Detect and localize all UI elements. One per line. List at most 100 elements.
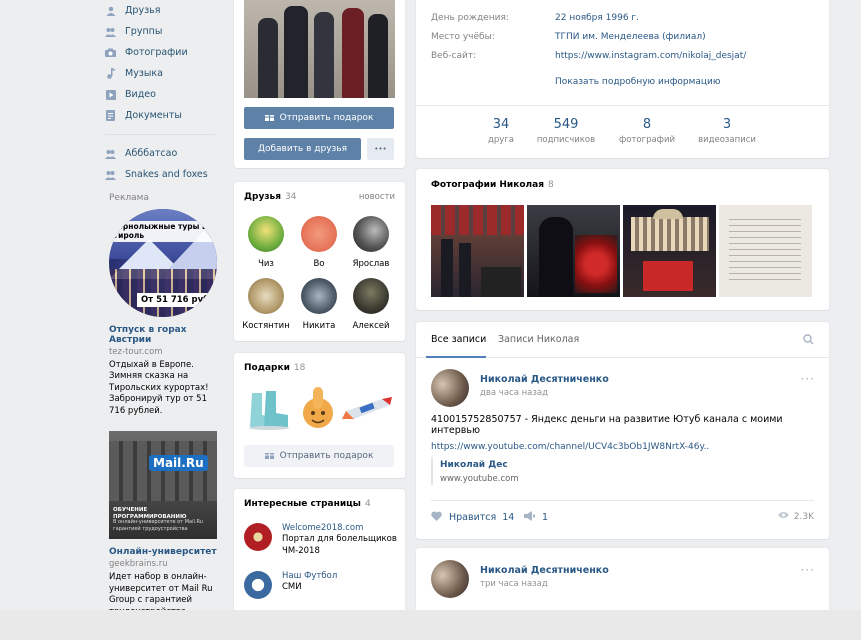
- wall-tabs: Все записи Записи Николая: [416, 322, 829, 358]
- send-gift-label: Отправить подарок: [279, 451, 374, 461]
- documents-icon: [105, 110, 116, 121]
- send-gift-label: Отправить подарок: [279, 113, 374, 123]
- info-label: Место учёбы:: [431, 32, 495, 42]
- friend-item[interactable]: Алексей: [346, 278, 396, 331]
- gift-thumbs-up-icon[interactable]: [300, 383, 336, 431]
- ad-block-tour[interactable]: Горнолыжные туры в Тироль От 51 716 руб!…: [109, 209, 217, 417]
- friend-item[interactable]: Никита: [294, 278, 344, 331]
- tab-all-posts[interactable]: Все записи: [431, 334, 486, 345]
- post-author-name[interactable]: Николай Десятниченко: [480, 565, 609, 576]
- wall-card: Все записи Записи Николая Николай Десятн…: [416, 322, 829, 539]
- friend-item[interactable]: Во: [294, 216, 344, 269]
- nav-item-video[interactable]: Видео: [105, 84, 220, 105]
- stat-videos[interactable]: 3 видеозаписи: [687, 117, 767, 145]
- ad-domain: geekbrains.ru: [109, 559, 168, 570]
- ad-image-logo: Mail.Ru: [149, 455, 208, 472]
- friend-name: Костянтин: [242, 321, 290, 331]
- post-more-icon[interactable]: ···: [801, 372, 815, 386]
- show-more-info-link[interactable]: Показать подробную информацию: [555, 77, 720, 87]
- ad-title[interactable]: Онлайн-университет: [109, 547, 217, 557]
- nav-item-music[interactable]: Музыка: [105, 63, 220, 84]
- friend-name: Никита: [302, 321, 336, 331]
- friends-card: Друзья 34 новости Чиз Во Ярослав Костянти…: [234, 182, 405, 341]
- nav-item-label: Видео: [125, 89, 156, 100]
- more-icon: •••: [374, 145, 387, 153]
- profile-more-button[interactable]: •••: [367, 138, 394, 160]
- friend-avatar: [353, 216, 389, 252]
- photo-thumbnail[interactable]: [623, 205, 716, 297]
- stat-number: 3: [722, 117, 732, 132]
- post-divider: [431, 500, 814, 501]
- friend-name: Чиз: [258, 259, 274, 269]
- ad-title[interactable]: Отпуск в горах Австрии: [109, 325, 217, 345]
- friend-name: Ярослав: [352, 259, 390, 269]
- views-counter: 2.3K: [777, 511, 814, 522]
- send-gift-button[interactable]: Отправить подарок: [244, 107, 394, 129]
- info-value[interactable]: 22 ноября 1996 г.: [555, 13, 639, 23]
- page-avatar: [244, 571, 272, 599]
- nav-item-groups[interactable]: Группы: [105, 21, 220, 42]
- page-item[interactable]: Наш Футбол СМИ: [244, 571, 399, 599]
- gifts-card: Подарки 18 Отправить подарок: [234, 353, 405, 478]
- friend-item[interactable]: Чиз: [241, 216, 291, 269]
- stat-followers[interactable]: 549 подписчиков: [526, 117, 606, 145]
- friends-news-link[interactable]: новости: [359, 192, 395, 202]
- info-value[interactable]: ТГПИ им. Менделеева (филиал): [555, 32, 706, 42]
- photos-title[interactable]: Фотографии Николая 8: [431, 180, 554, 190]
- nav-item-label: Группы: [125, 26, 163, 37]
- nav-item-friends[interactable]: Друзья: [105, 0, 220, 21]
- nav-item-group-abbbatsao[interactable]: Абббатсао: [105, 143, 220, 164]
- stat-number: 8: [642, 117, 652, 132]
- like-button[interactable]: Нравится 14: [431, 511, 514, 524]
- page-name: Welcome2018.com: [282, 523, 364, 533]
- post-author-name[interactable]: Николай Десятниченко: [480, 374, 609, 385]
- camera-icon: [105, 47, 116, 58]
- ad-block-university[interactable]: Mail.Ru ОБУЧЕНИЕ ПРОГРАММИРОВАНИЮ В онла…: [109, 431, 217, 618]
- ad-image-university[interactable]: Mail.Ru ОБУЧЕНИЕ ПРОГРАММИРОВАНИЮ В онла…: [109, 431, 217, 540]
- gift-rocket-icon[interactable]: [342, 389, 394, 425]
- gift-boots-icon[interactable]: [246, 385, 292, 431]
- post-author-avatar[interactable]: [431, 560, 469, 598]
- friend-item[interactable]: Ярослав: [346, 216, 396, 269]
- groups-icon: [105, 26, 116, 37]
- photo-thumbnail[interactable]: [719, 205, 812, 297]
- add-friend-button[interactable]: Добавить в друзья: [244, 138, 361, 160]
- page-avatar: [244, 523, 272, 551]
- gifts-title[interactable]: Подарки 18: [244, 363, 305, 373]
- photo-thumbnail[interactable]: [431, 205, 524, 297]
- views-count: 2.3K: [793, 511, 814, 522]
- post-text: 410015752850757 - Яндекс деньги на разви…: [431, 414, 783, 436]
- like-count: 14: [502, 512, 515, 523]
- post-time[interactable]: два часа назад: [480, 388, 548, 398]
- post-link[interactable]: https://www.youtube.com/channel/UCV4c3bO…: [431, 442, 709, 452]
- friends-title[interactable]: Друзья 34: [244, 192, 296, 202]
- friend-avatar: [248, 278, 284, 314]
- share-button[interactable]: 1: [524, 511, 548, 524]
- profile-photo[interactable]: [244, 0, 395, 98]
- page-desc: СМИ: [282, 582, 302, 593]
- stat-photos[interactable]: 8 фотографий: [607, 117, 687, 145]
- post-author-avatar[interactable]: [431, 369, 469, 407]
- photo-thumbnail[interactable]: [527, 205, 620, 297]
- ad-image-tour[interactable]: Горнолыжные туры в Тироль От 51 716 руб!: [109, 209, 217, 317]
- attachment-bar: [431, 457, 433, 485]
- nav-item-documents[interactable]: Документы: [105, 105, 220, 126]
- page-desc: Портал для болельщиков ЧМ-2018: [282, 534, 397, 556]
- friend-item[interactable]: Костянтин: [241, 278, 291, 331]
- send-gift-button-secondary[interactable]: Отправить подарок: [244, 445, 394, 467]
- search-icon[interactable]: [803, 334, 814, 348]
- nav-item-label: Абббатсао: [125, 148, 178, 159]
- nav-item-photos[interactable]: Фотографии: [105, 42, 220, 63]
- post-more-icon[interactable]: ···: [801, 563, 815, 577]
- group-icon: [105, 148, 116, 159]
- nav-item-group-snakes[interactable]: Snakes and foxes: [105, 164, 220, 185]
- info-value[interactable]: https://www.instagram.com/nikolaj_desjat…: [555, 51, 746, 61]
- heart-icon: [431, 511, 442, 524]
- page-item[interactable]: Welcome2018.com Портал для болельщиков Ч…: [244, 523, 399, 557]
- nav-item-label: Snakes and foxes: [125, 169, 208, 180]
- ad-domain: tez-tour.com: [109, 347, 163, 357]
- attachment-title[interactable]: Николай Дес: [440, 460, 508, 470]
- post-time[interactable]: три часа назад: [480, 579, 548, 589]
- pages-title[interactable]: Интересные страницы 4: [244, 499, 371, 509]
- tab-owner-posts[interactable]: Записи Николая: [498, 334, 579, 345]
